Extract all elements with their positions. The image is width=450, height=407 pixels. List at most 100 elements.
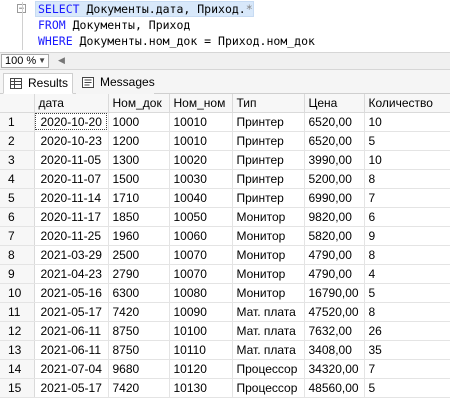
table-cell[interactable]: 8750 bbox=[108, 321, 170, 341]
table-row[interactable]: 2 2020-10-23 1200 10010 Принтер 6520,00 5 bbox=[0, 131, 450, 151]
table-cell-date[interactable]: 2020-11-17 bbox=[34, 207, 109, 227]
table-cell-date[interactable]: 2021-05-17 bbox=[34, 378, 109, 398]
table-row[interactable]: 8 2021-03-29 2500 10070 Монитор 4790,00 8 bbox=[0, 245, 450, 265]
column-header[interactable]: Цена bbox=[304, 94, 365, 113]
table-cell[interactable]: 1710 bbox=[108, 188, 170, 208]
row-number[interactable]: 15 bbox=[0, 378, 35, 398]
tab-results[interactable]: Results bbox=[3, 73, 73, 94]
table-cell[interactable]: 10050 bbox=[169, 207, 233, 227]
table-cell[interactable]: Монитор bbox=[232, 283, 305, 303]
column-header[interactable]: Ном_ном bbox=[169, 94, 233, 113]
table-row[interactable]: 4 2020-11-07 1500 10030 Принтер 5200,00 8 bbox=[0, 169, 450, 189]
table-cell-date[interactable]: 2021-06-11 bbox=[34, 340, 109, 360]
table-cell[interactable]: 10 bbox=[364, 112, 450, 132]
chevron-down-icon[interactable]: ▼ bbox=[38, 55, 46, 67]
table-cell[interactable]: 10070 bbox=[169, 264, 233, 284]
table-cell[interactable]: 1960 bbox=[108, 226, 170, 246]
table-row[interactable]: 13 2021-06-11 8750 10110 Мат. плата 3408,00 35 bbox=[0, 340, 450, 360]
table-cell[interactable]: 6990,00 bbox=[304, 188, 365, 208]
table-cell[interactable]: 7420 bbox=[108, 378, 170, 398]
table-cell[interactable]: Принтер bbox=[232, 112, 305, 132]
table-cell-date[interactable]: 2021-07-04 bbox=[34, 359, 109, 379]
table-cell[interactable]: 2500 bbox=[108, 245, 170, 265]
table-cell[interactable]: 1500 bbox=[108, 169, 170, 189]
column-header[interactable]: Количество bbox=[364, 94, 450, 113]
row-number[interactable]: 7 bbox=[0, 226, 35, 246]
table-row[interactable]: 1 2020-10-20 1000 10010 Принтер 6520,00 10 bbox=[0, 112, 450, 132]
row-number[interactable]: 1 bbox=[0, 112, 35, 132]
table-cell[interactable]: 10100 bbox=[169, 321, 233, 341]
table-cell[interactable]: 35 bbox=[364, 340, 450, 360]
table-cell[interactable]: 5 bbox=[364, 283, 450, 303]
table-cell-date[interactable]: 2020-11-25 bbox=[34, 226, 109, 246]
table-cell-date[interactable]: 2021-05-17 bbox=[34, 302, 109, 322]
grid-corner[interactable] bbox=[0, 94, 35, 113]
table-cell[interactable]: 7632,00 bbox=[304, 321, 365, 341]
table-row[interactable]: 7 2020-11-25 1960 10060 Монитор 5820,00 9 bbox=[0, 226, 450, 246]
table-cell[interactable]: 10110 bbox=[169, 340, 233, 360]
table-cell-date[interactable]: 2020-11-07 bbox=[34, 169, 109, 189]
table-cell[interactable]: 26 bbox=[364, 321, 450, 341]
table-cell[interactable]: 10010 bbox=[169, 131, 233, 151]
row-number[interactable]: 13 bbox=[0, 340, 35, 360]
table-cell[interactable]: Принтер bbox=[232, 188, 305, 208]
table-cell[interactable]: 16790,00 bbox=[304, 283, 365, 303]
table-cell[interactable]: 4790,00 bbox=[304, 264, 365, 284]
table-cell[interactable]: 6 bbox=[364, 207, 450, 227]
row-number[interactable]: 8 bbox=[0, 245, 35, 265]
table-cell[interactable]: 4 bbox=[364, 264, 450, 284]
table-cell[interactable]: 47520,00 bbox=[304, 302, 365, 322]
table-cell[interactable]: 10060 bbox=[169, 226, 233, 246]
column-header[interactable]: Ном_док bbox=[108, 94, 170, 113]
query-line-1[interactable]: SELECT Документы.дата, Приход.* bbox=[35, 1, 254, 17]
table-row[interactable]: 9 2021-04-23 2790 10070 Монитор 4790,00 4 bbox=[0, 264, 450, 284]
row-number[interactable]: 4 bbox=[0, 169, 35, 189]
table-cell[interactable]: 10080 bbox=[169, 283, 233, 303]
row-number[interactable]: 10 bbox=[0, 283, 35, 303]
table-cell[interactable]: 10070 bbox=[169, 245, 233, 265]
table-cell[interactable]: Мат. плата bbox=[232, 302, 305, 322]
table-row[interactable]: 3 2020-11-05 1300 10020 Принтер 3990,00 10 bbox=[0, 150, 450, 170]
row-number[interactable]: 2 bbox=[0, 131, 35, 151]
table-cell-date[interactable]: 2020-11-05 bbox=[34, 150, 109, 170]
table-cell-date[interactable]: 2020-11-14 bbox=[34, 188, 109, 208]
table-cell[interactable]: 8750 bbox=[108, 340, 170, 360]
table-cell[interactable]: Мат. плата bbox=[232, 340, 305, 360]
table-cell[interactable]: 7 bbox=[364, 188, 450, 208]
table-cell[interactable]: 6520,00 bbox=[304, 131, 365, 151]
row-number[interactable]: 5 bbox=[0, 188, 35, 208]
table-cell[interactable]: 6300 bbox=[108, 283, 170, 303]
row-number[interactable]: 3 bbox=[0, 150, 35, 170]
table-cell[interactable]: 8 bbox=[364, 302, 450, 322]
table-cell-date[interactable]: 2020-10-20 bbox=[34, 112, 109, 132]
table-cell-date[interactable]: 2021-05-16 bbox=[34, 283, 109, 303]
table-cell[interactable]: 34320,00 bbox=[304, 359, 365, 379]
table-cell[interactable]: Принтер bbox=[232, 131, 305, 151]
query-line-3[interactable]: WHERE Документы.ном_док = Приход.ном_док bbox=[38, 33, 315, 49]
table-cell[interactable]: 5 bbox=[364, 131, 450, 151]
table-cell[interactable]: 1200 bbox=[108, 131, 170, 151]
table-cell-date[interactable]: 2020-10-23 bbox=[34, 131, 109, 151]
row-number[interactable]: 11 bbox=[0, 302, 35, 322]
table-cell[interactable]: 3408,00 bbox=[304, 340, 365, 360]
query-line-2[interactable]: FROM Документы, Приход bbox=[38, 17, 190, 33]
table-cell[interactable]: 8 bbox=[364, 245, 450, 265]
table-cell-date[interactable]: 2021-06-11 bbox=[34, 321, 109, 341]
row-number[interactable]: 9 bbox=[0, 264, 35, 284]
table-cell[interactable]: 10120 bbox=[169, 359, 233, 379]
table-row[interactable]: 11 2021-05-17 7420 10090 Мат. плата 47520,00 8 bbox=[0, 302, 450, 322]
table-cell[interactable]: 9 bbox=[364, 226, 450, 246]
row-number[interactable]: 6 bbox=[0, 207, 35, 227]
table-row[interactable]: 15 2021-05-17 7420 10130 Процессор 48560,00 5 bbox=[0, 378, 450, 398]
table-cell[interactable]: 4790,00 bbox=[304, 245, 365, 265]
table-cell[interactable]: 9680 bbox=[108, 359, 170, 379]
table-cell[interactable]: 3990,00 bbox=[304, 150, 365, 170]
table-cell[interactable]: 6520,00 bbox=[304, 112, 365, 132]
table-cell[interactable]: 7420 bbox=[108, 302, 170, 322]
table-cell-date[interactable]: 2021-03-29 bbox=[34, 245, 109, 265]
table-row[interactable]: 14 2021-07-04 9680 10120 Процессор 34320,00 7 bbox=[0, 359, 450, 379]
query-editor[interactable]: − SELECT Документы.дата, Приход.* FROM Д… bbox=[0, 0, 450, 52]
column-header[interactable]: дата bbox=[34, 94, 109, 113]
table-cell[interactable]: Монитор bbox=[232, 264, 305, 284]
table-cell[interactable]: 10030 bbox=[169, 169, 233, 189]
